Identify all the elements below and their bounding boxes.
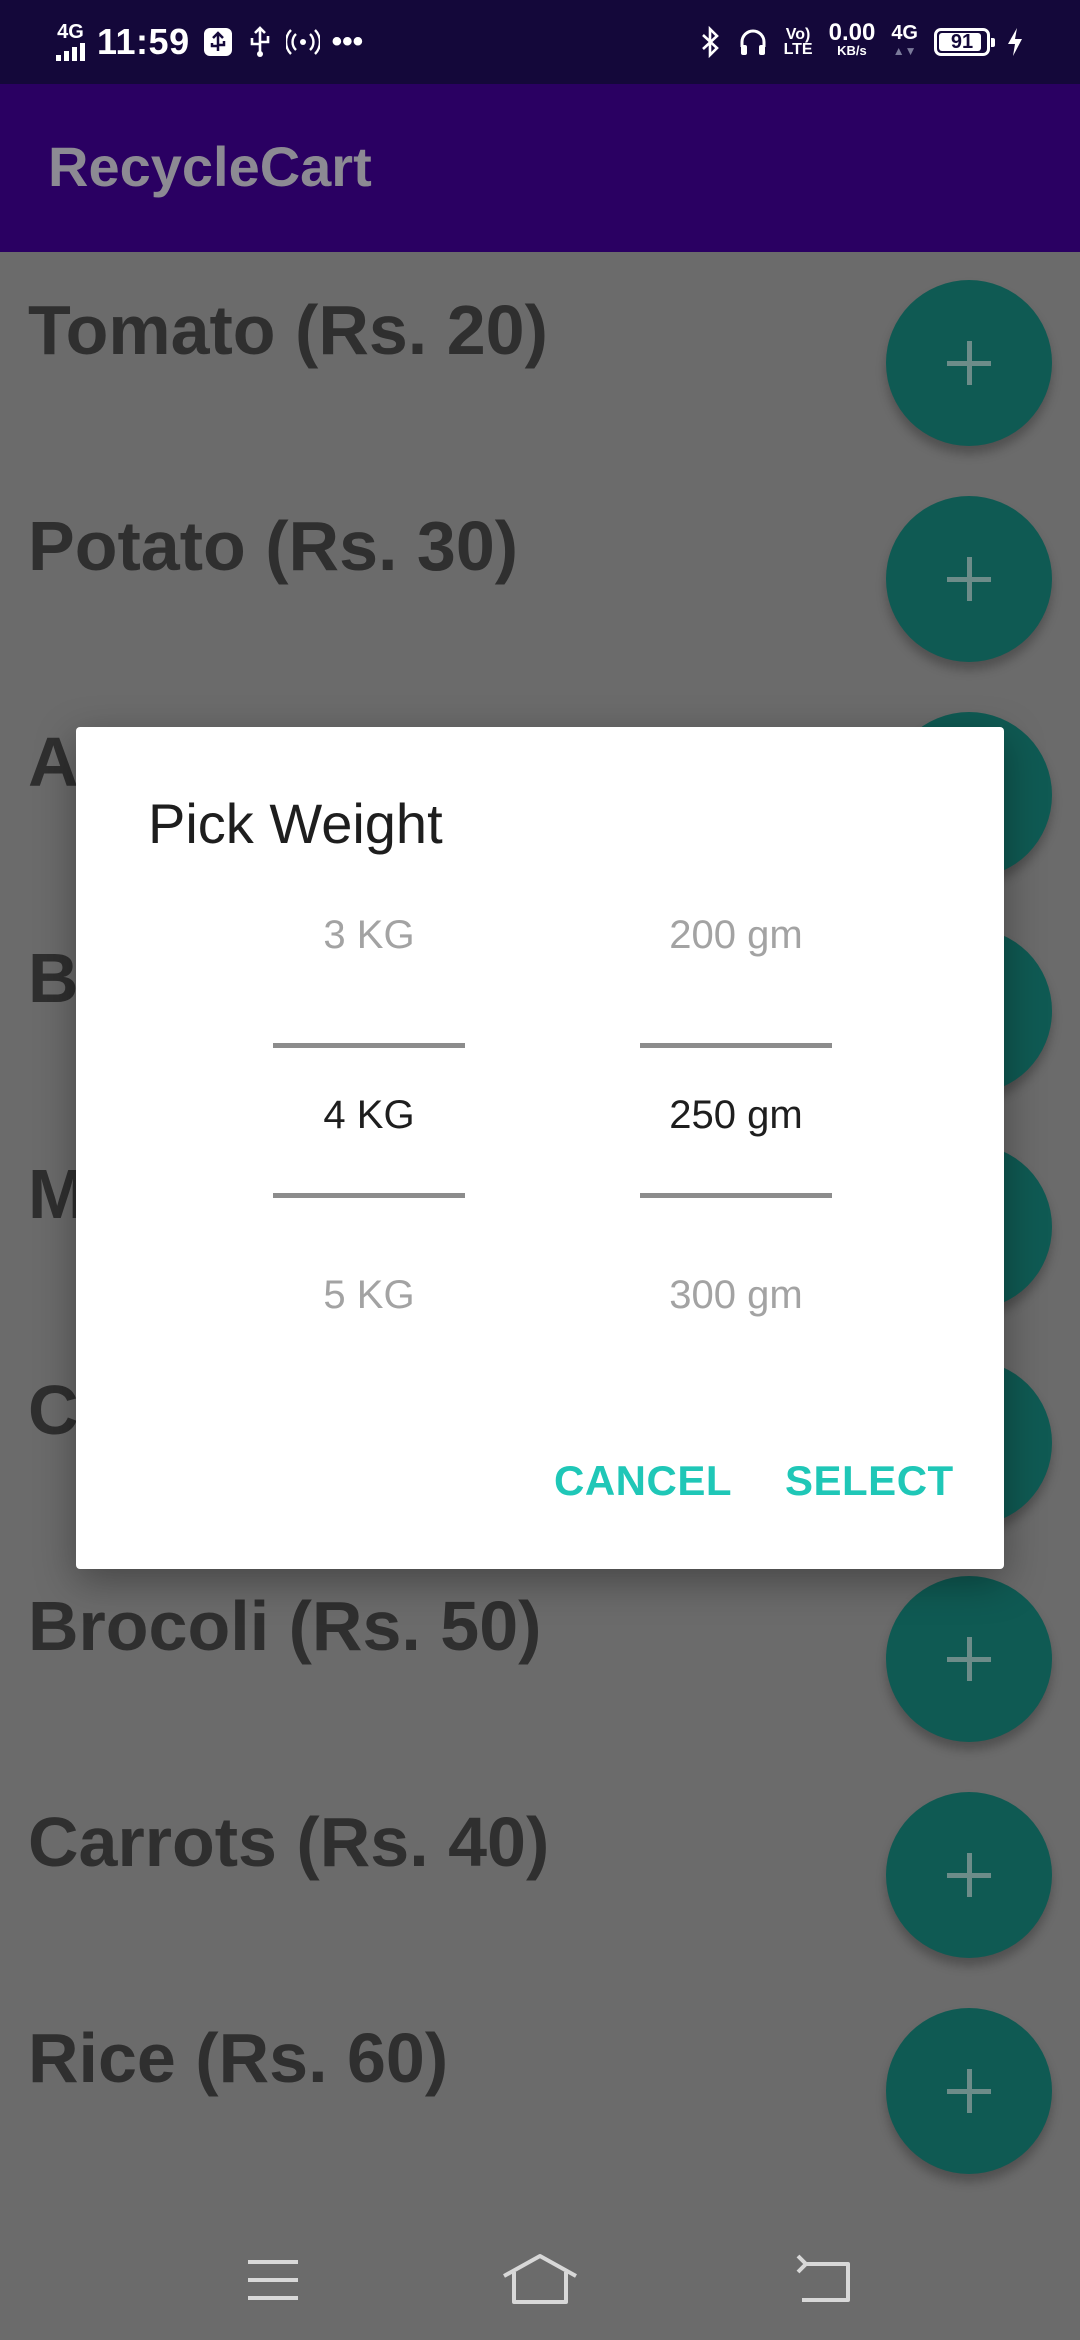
more-indicator: ••• <box>331 25 364 58</box>
picker-divider <box>640 1193 832 1198</box>
item-label: Brocoli (Rs. 50) <box>28 1587 542 1665</box>
list-item: Potato (Rs. 30) <box>0 468 1080 684</box>
item-label: A <box>28 723 79 801</box>
gm-number-picker[interactable]: 200 gm 250 gm 300 gm <box>640 877 832 1317</box>
picker-next-value[interactable]: 5 KG <box>273 1273 465 1318</box>
back-icon[interactable] <box>790 2250 870 2310</box>
list-item: Tomato (Rs. 20) <box>0 252 1080 468</box>
clock: 11:59 <box>97 21 190 62</box>
picker-divider <box>273 1193 465 1198</box>
item-label: Carrots (Rs. 40) <box>28 1803 550 1881</box>
app-bar: RecycleCart <box>0 84 1080 252</box>
item-label: Potato (Rs. 30) <box>28 507 519 585</box>
network-type-label: 4G <box>57 21 84 43</box>
network-speed: 0.00 KB/s <box>828 19 876 59</box>
list-item: Carrots (Rs. 40) <box>0 1764 1080 1980</box>
signal-indicator: 4G <box>56 21 85 61</box>
picker-selected-value[interactable]: 4 KG <box>273 1093 465 1138</box>
item-label: B <box>28 939 79 1017</box>
battery-icon: 91 <box>934 28 995 56</box>
pick-weight-dialog: Pick Weight 3 KG 4 KG 5 KG 200 gm 250 gm… <box>76 727 1004 1569</box>
battery-level: 91 <box>950 30 974 53</box>
plus-icon <box>947 341 991 385</box>
select-button[interactable]: SELECT <box>785 1457 954 1505</box>
picker-prev-value[interactable]: 200 gm <box>640 913 832 958</box>
system-nav-bar <box>0 2200 1080 2340</box>
item-label: C <box>28 1371 79 1449</box>
list-item: Rice (Rs. 60) <box>0 1980 1080 2196</box>
home-icon[interactable] <box>500 2250 580 2310</box>
picker-next-value[interactable]: 300 gm <box>640 1273 832 1318</box>
signal-indicator-2: 4G ▲▼ <box>891 22 918 60</box>
charging-icon <box>1008 28 1022 56</box>
usb-debug-icon <box>203 28 232 56</box>
picker-divider <box>273 1043 465 1048</box>
hotspot-icon <box>285 29 320 55</box>
item-label: Tomato (Rs. 20) <box>28 291 548 369</box>
add-button[interactable] <box>886 280 1052 446</box>
item-label: Rice (Rs. 60) <box>28 2019 449 2097</box>
dialog-title: Pick Weight <box>148 792 443 855</box>
picker-prev-value[interactable]: 3 KG <box>273 913 465 958</box>
network-type-label-2: 4G <box>891 22 918 44</box>
list-item: Brocoli (Rs. 50) <box>0 1548 1080 1764</box>
status-bar: 4G 11:59 ••• Vo) LTE 0.00 KB/s 4G ▲▼ 91 <box>0 0 1080 84</box>
kg-number-picker[interactable]: 3 KG 4 KG 5 KG <box>273 877 465 1317</box>
plus-icon <box>947 557 991 601</box>
add-button[interactable] <box>886 1792 1052 1958</box>
menu-icon[interactable] <box>242 2250 322 2310</box>
usb-icon <box>250 26 269 57</box>
plus-icon <box>947 2069 991 2113</box>
plus-icon <box>947 1853 991 1897</box>
picker-divider <box>640 1043 832 1048</box>
app-title: RecycleCart <box>48 135 372 198</box>
signal-icon <box>56 41 85 61</box>
picker-selected-value[interactable]: 250 gm <box>640 1093 832 1138</box>
data-arrows-icon: ▲▼ <box>892 44 917 58</box>
add-button[interactable] <box>886 2008 1052 2174</box>
plus-icon <box>947 1637 991 1681</box>
cancel-button[interactable]: CANCEL <box>554 1457 732 1505</box>
add-button[interactable] <box>886 1576 1052 1742</box>
headphones-icon <box>740 29 766 55</box>
add-button[interactable] <box>886 496 1052 662</box>
volte-indicator: Vo) LTE <box>783 26 813 58</box>
bluetooth-icon <box>701 26 719 58</box>
